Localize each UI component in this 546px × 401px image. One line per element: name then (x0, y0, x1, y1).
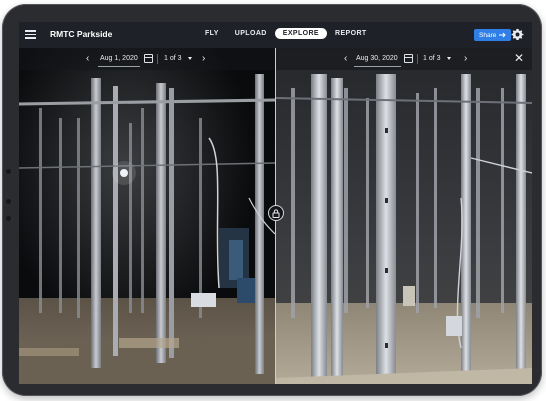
chevron-right-icon[interactable]: › (464, 53, 467, 64)
app-screen: ‹ Aug 1, 2020 1 of 3 › ‹ Aug 30, 2020 1 … (19, 22, 532, 384)
tab-fly[interactable]: FLY (197, 28, 227, 39)
tab-report[interactable]: REPORT (327, 28, 375, 39)
left-date-controls: ‹ Aug 1, 2020 1 of 3 › (19, 48, 275, 70)
lock-icon[interactable] (268, 205, 284, 221)
app-topbar: RMTC Parkside FLY UPLOAD EXPLORE REPORT … (19, 22, 532, 48)
left-photo-count[interactable]: 1 of 3 (164, 55, 182, 62)
menu-icon[interactable] (25, 30, 36, 39)
calendar-icon[interactable] (404, 54, 413, 63)
separator (417, 54, 418, 64)
calendar-icon[interactable] (144, 54, 153, 63)
camera-dot (6, 216, 11, 221)
main-nav: FLY UPLOAD EXPLORE REPORT (197, 28, 375, 39)
tablet-frame: ‹ Aug 1, 2020 1 of 3 › ‹ Aug 30, 2020 1 … (2, 4, 542, 396)
right-photo-count[interactable]: 1 of 3 (423, 55, 441, 62)
chevron-left-icon[interactable]: ‹ (344, 53, 347, 64)
share-label: Share (479, 31, 497, 39)
separator (157, 54, 158, 64)
gear-icon[interactable] (511, 28, 524, 41)
chevron-down-icon[interactable] (188, 57, 192, 60)
right-photo-pane[interactable]: ‹ Aug 30, 2020 1 of 3 › ✕ (276, 48, 532, 384)
share-icon (499, 32, 506, 38)
camera-dot (6, 199, 11, 204)
left-construction-photo (19, 48, 275, 384)
tab-upload[interactable]: UPLOAD (227, 28, 275, 39)
close-icon[interactable]: ✕ (514, 51, 524, 65)
project-title: RMTC Parkside (50, 29, 113, 39)
date-underline (98, 66, 140, 67)
chevron-left-icon[interactable]: ‹ (86, 53, 89, 64)
chevron-down-icon[interactable] (447, 57, 451, 60)
date-underline (354, 66, 401, 67)
share-button[interactable]: Share (474, 29, 512, 41)
camera-dot (6, 169, 11, 174)
chevron-right-icon[interactable]: › (202, 53, 205, 64)
left-date[interactable]: Aug 1, 2020 (100, 55, 138, 62)
right-construction-photo (276, 48, 532, 384)
right-date[interactable]: Aug 30, 2020 (356, 55, 398, 62)
tab-explore[interactable]: EXPLORE (274, 28, 328, 39)
right-date-controls: ‹ Aug 30, 2020 1 of 3 › ✕ (276, 48, 532, 70)
left-photo-pane[interactable]: ‹ Aug 1, 2020 1 of 3 › (19, 48, 275, 384)
